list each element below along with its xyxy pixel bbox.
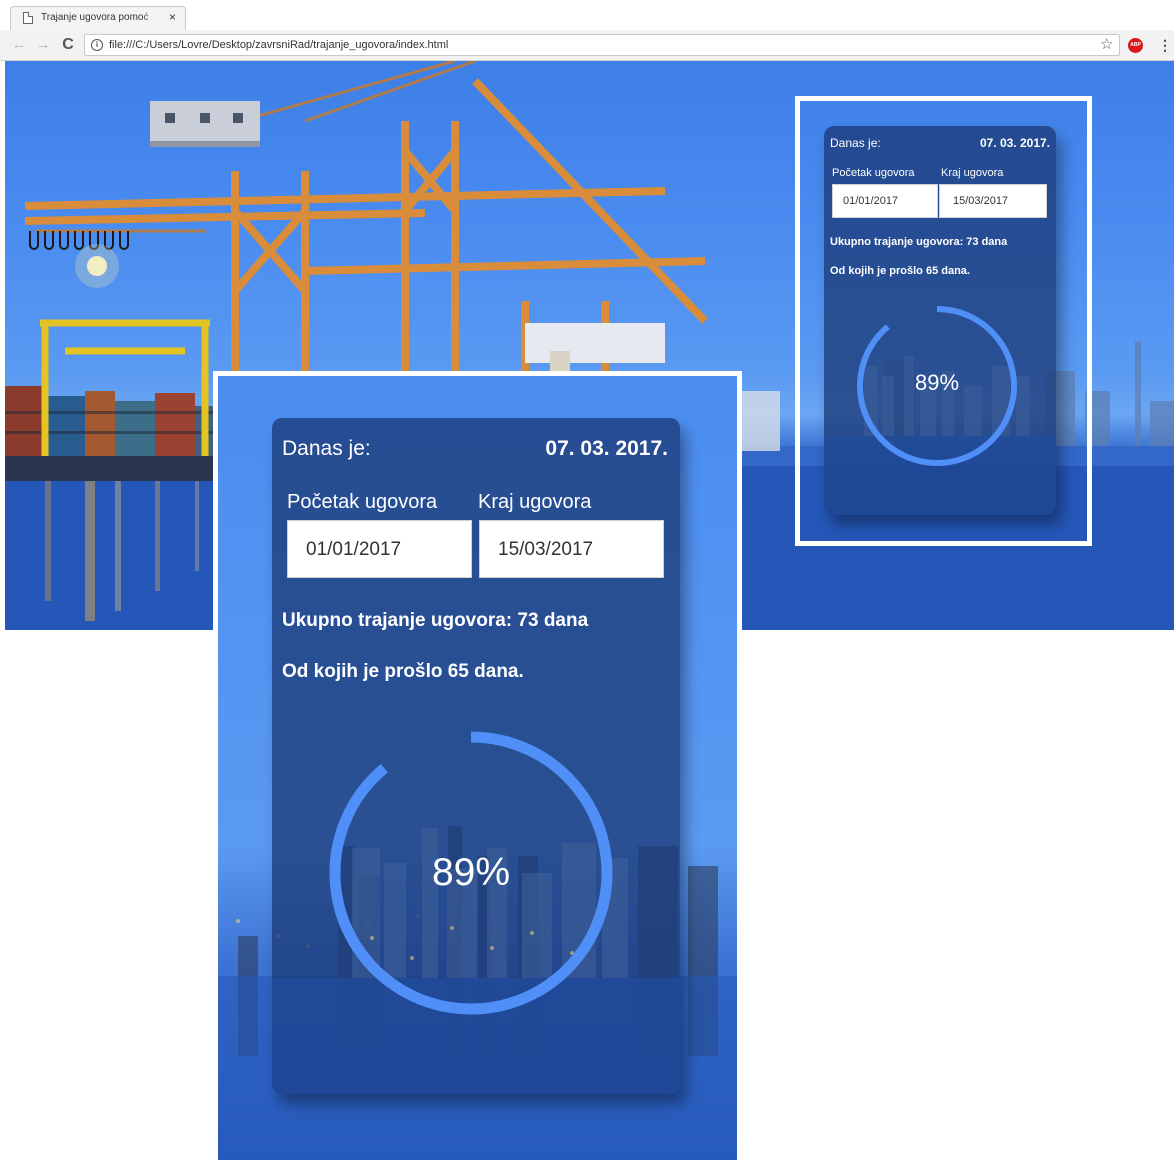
forward-arrow-icon[interactable]: → <box>34 36 52 54</box>
address-bar[interactable]: i file:///C:/Users/Lovre/Desktop/zavrsni… <box>84 34 1120 56</box>
menu-icon[interactable]: ⋮ <box>1158 36 1172 54</box>
browser-toolbar: ← → C i file:///C:/Users/Lovre/Desktop/z… <box>0 30 1174 61</box>
adblock-icon[interactable]: ABP <box>1128 38 1143 53</box>
star-icon[interactable]: ☆ <box>1100 36 1113 54</box>
progress-percent-zoomed: 89% <box>431 851 511 894</box>
tab-title: Trajanje ugovora pomoć <box>41 12 149 23</box>
document-icon <box>23 12 33 24</box>
browser-tab[interactable]: Trajanje ugovora pomoć × <box>10 6 186 30</box>
tab-strip: Trajanje ugovora pomoć × <box>0 0 1174 30</box>
browser-window: Trajanje ugovora pomoć × ← → C i file://… <box>0 0 1174 1160</box>
contract-card: Danas je: 07. 03. 2017. Početak ugovora … <box>824 126 1056 515</box>
progress-percent: 89% <box>914 370 960 395</box>
close-icon[interactable]: × <box>169 10 176 24</box>
progress-ring <box>857 306 1017 466</box>
contract-card-zoomed: Danas je: 07. 03. 2017. Početak ugovora … <box>272 418 680 1094</box>
reload-icon[interactable]: C <box>59 36 77 54</box>
back-arrow-icon[interactable]: ← <box>10 36 28 54</box>
url-text[interactable]: file:///C:/Users/Lovre/Desktop/zavrsniRa… <box>109 39 448 51</box>
progress-ring-zoomed <box>329 731 613 1015</box>
info-icon[interactable]: i <box>91 39 103 51</box>
